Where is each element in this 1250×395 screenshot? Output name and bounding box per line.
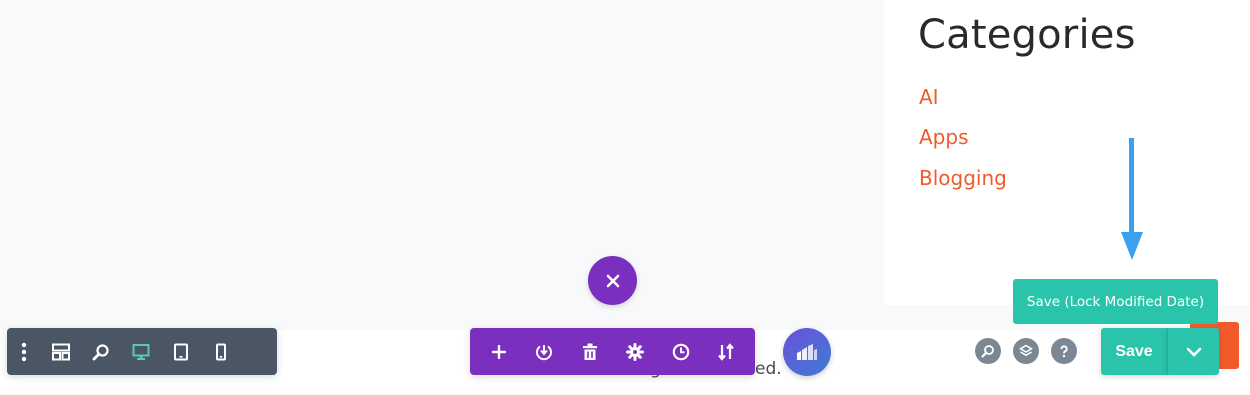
settings-icon	[626, 342, 645, 361]
more-vertical-icon	[21, 342, 27, 361]
categories-heading: Categories	[918, 12, 1136, 58]
save-lock-modified-date-button[interactable]: Save (Lock Modified Date)	[1013, 279, 1218, 324]
tablet-icon	[174, 343, 188, 360]
reorder-button[interactable]	[708, 328, 744, 375]
help-icon	[1060, 345, 1068, 358]
page-settings-toolbar	[7, 328, 277, 375]
annotation-arrow-icon	[1121, 138, 1143, 260]
category-link-blogging[interactable]: Blogging	[919, 166, 1007, 190]
history-button[interactable]	[663, 328, 699, 375]
more-options-button[interactable]	[7, 328, 41, 375]
help-button[interactable]	[1051, 338, 1077, 364]
zoom-icon	[92, 343, 109, 360]
zoom-view-button[interactable]	[81, 328, 121, 375]
add-section-button[interactable]	[481, 328, 517, 375]
footer-text-right: ed.	[755, 359, 782, 379]
close-section-button[interactable]	[588, 256, 637, 305]
add-icon	[491, 344, 506, 359]
settings-button[interactable]	[617, 328, 653, 375]
portability-button[interactable]	[526, 328, 562, 375]
section-toolbar	[470, 328, 755, 375]
find-button[interactable]	[975, 338, 1001, 364]
phone-icon	[216, 343, 226, 360]
wireframe-view-button[interactable]	[41, 328, 81, 375]
tablet-view-button[interactable]	[161, 328, 201, 375]
portability-icon	[536, 344, 553, 360]
trash-icon	[582, 343, 597, 360]
category-link-ai[interactable]: AI	[919, 85, 939, 109]
save-options-button[interactable]	[1167, 328, 1219, 375]
divi-ai-button[interactable]	[783, 328, 831, 376]
phone-view-button[interactable]	[201, 328, 241, 375]
desktop-icon	[132, 343, 150, 360]
wireframe-icon	[52, 343, 70, 360]
close-icon	[606, 274, 619, 287]
delete-button[interactable]	[572, 328, 608, 375]
category-link-apps[interactable]: Apps	[919, 125, 969, 149]
save-button[interactable]: Save	[1101, 328, 1167, 375]
desktop-view-button[interactable]	[121, 328, 161, 375]
layers-button[interactable]	[1013, 338, 1039, 364]
divi-logo-icon	[797, 344, 817, 360]
sort-icon	[718, 342, 735, 361]
history-icon	[672, 343, 690, 360]
search-icon	[981, 345, 994, 358]
chevron-down-icon	[1186, 347, 1201, 357]
layers-icon	[1019, 344, 1033, 357]
